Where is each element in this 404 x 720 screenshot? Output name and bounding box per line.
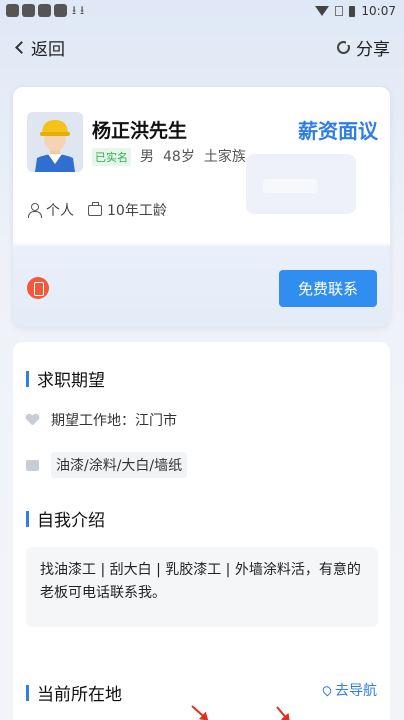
status-time: 10:07 bbox=[361, 4, 396, 18]
age: 48岁 bbox=[163, 149, 195, 165]
free-contact-button[interactable]: 免费联系 bbox=[279, 270, 377, 307]
self-intro-title: 自我介绍 bbox=[26, 506, 105, 531]
skill-tag: 油漆/涂料/大白/墙纸 bbox=[51, 452, 188, 478]
sim-icon bbox=[335, 6, 344, 16]
notification-icons: ⭳ ⭳ bbox=[6, 4, 84, 17]
battery-icon bbox=[349, 5, 356, 17]
phone-icon[interactable] bbox=[27, 277, 49, 299]
app-notification-icon bbox=[54, 4, 67, 17]
current-location-title: 当前所在地 bbox=[26, 680, 122, 705]
job-expectation-title-text: 求职期望 bbox=[37, 371, 105, 391]
current-location-title-text: 当前所在地 bbox=[37, 685, 122, 705]
back-label: 返回 bbox=[31, 40, 65, 60]
back-button[interactable]: 返回 bbox=[14, 35, 65, 60]
share-label: 分享 bbox=[356, 40, 390, 60]
work-experience: 10年工龄 bbox=[88, 200, 167, 220]
gender: 男 bbox=[140, 149, 154, 165]
navigate-button[interactable]: 去导航 bbox=[320, 680, 377, 700]
verified-badge: 已实名 bbox=[92, 148, 131, 166]
navigation-icon bbox=[320, 683, 334, 697]
detail-panel: 求职期望 期望工作地：江门市 油漆/涂料/大白/墙纸 自我介绍 找油漆工 | 刮… bbox=[13, 342, 390, 720]
section-bar bbox=[26, 684, 29, 701]
salary-text: 薪资面议 bbox=[298, 119, 378, 143]
navigate-label: 去导航 bbox=[335, 683, 377, 699]
work-experience-label: 10年工龄 bbox=[107, 203, 167, 219]
briefcase-icon bbox=[88, 201, 102, 216]
share-button[interactable]: 分享 bbox=[337, 35, 390, 60]
app-notification-icon bbox=[6, 4, 19, 17]
download-icon: ⭳ ⭳ bbox=[72, 3, 85, 17]
worker-type: 个人 bbox=[27, 200, 74, 220]
worker-avatar-icon bbox=[27, 112, 83, 172]
briefcase-icon bbox=[26, 459, 39, 471]
worker-name: 杨正洪先生 bbox=[92, 120, 188, 142]
wifi-icon bbox=[315, 6, 330, 16]
avatar bbox=[27, 112, 83, 172]
worker-info-row: 个人 10年工龄 bbox=[27, 200, 167, 220]
app-notification-icon bbox=[22, 4, 35, 17]
share-icon bbox=[337, 40, 351, 54]
self-intro-title-text: 自我介绍 bbox=[37, 511, 105, 531]
job-expectation-title: 求职期望 bbox=[26, 366, 105, 391]
self-intro-text: 找油漆工 | 刮大白 | 乳胶漆工 | 外墙涂料活，有意的老板可电话联系我。 bbox=[26, 547, 378, 627]
status-bar: ⭳ ⭳ 10:07 bbox=[0, 0, 404, 24]
person-icon bbox=[27, 203, 42, 218]
worker-type-label: 个人 bbox=[46, 203, 74, 219]
worker-meta: 男 48岁 土家族 bbox=[140, 146, 246, 166]
profile-card: 杨正洪先生 薪资面议 已实名 男 48岁 土家族 个人 10年工龄 免费联系 bbox=[13, 87, 390, 327]
back-chevron-icon bbox=[15, 41, 28, 54]
skills-row: 油漆/涂料/大白/墙纸 bbox=[26, 452, 188, 478]
section-bar bbox=[26, 510, 29, 527]
app-notification-icon bbox=[38, 4, 51, 17]
heart-icon bbox=[26, 414, 39, 426]
ethnicity: 土家族 bbox=[203, 149, 246, 165]
card-decoration bbox=[263, 179, 318, 193]
section-bar bbox=[26, 370, 29, 387]
expected-location: 期望工作地：江门市 bbox=[51, 413, 177, 429]
expected-location-row: 期望工作地：江门市 bbox=[26, 410, 177, 430]
top-nav: 返回 分享 bbox=[0, 30, 404, 64]
